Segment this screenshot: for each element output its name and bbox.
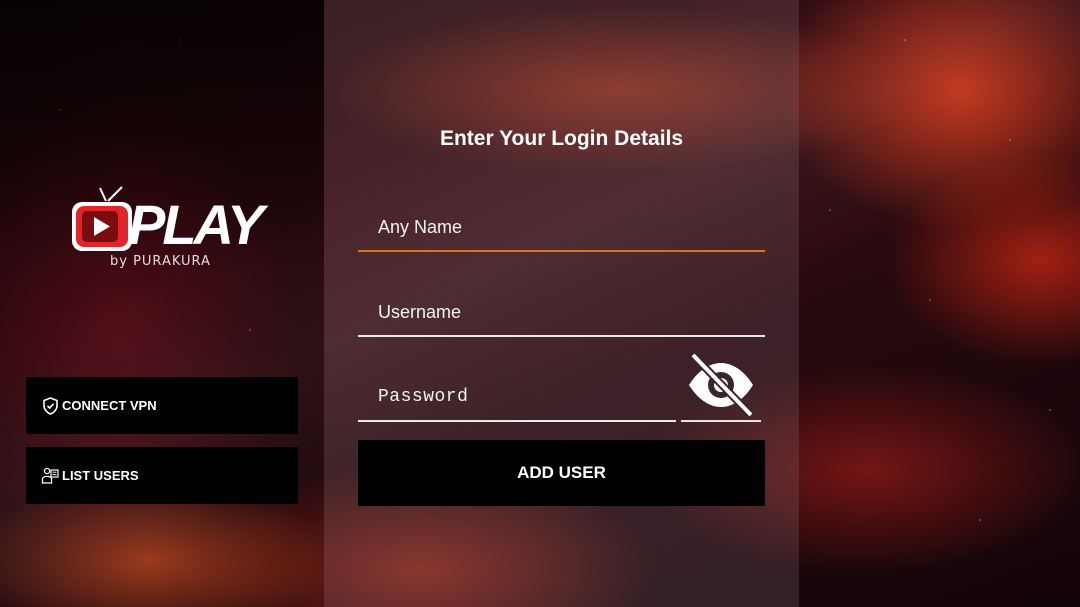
list-users-button[interactable]: LIST USERS: [26, 447, 298, 504]
users-list-icon: [40, 466, 60, 486]
brand-subtitle: by PURAKURA: [110, 254, 211, 269]
shield-check-icon: [40, 396, 60, 416]
name-input[interactable]: [378, 212, 758, 242]
right-panel: [799, 0, 1080, 607]
password-visibility-toggle[interactable]: [681, 350, 761, 422]
app-logo: PLAY by PURAKURA: [70, 185, 264, 275]
password-field[interactable]: [358, 372, 676, 422]
name-field[interactable]: [358, 202, 765, 252]
username-input[interactable]: [378, 297, 758, 327]
eye-off-icon: [689, 352, 754, 418]
left-panel: [0, 0, 324, 607]
add-user-button[interactable]: ADD USER: [358, 440, 765, 506]
username-field[interactable]: [358, 287, 765, 337]
connect-vpn-label: CONNECT VPN: [62, 398, 157, 413]
password-input[interactable]: [378, 382, 668, 412]
connect-vpn-button[interactable]: CONNECT VPN: [26, 377, 298, 434]
list-users-label: LIST USERS: [62, 468, 139, 483]
form-title: Enter Your Login Details: [439, 127, 684, 150]
brand-name: PLAY: [128, 193, 264, 256]
